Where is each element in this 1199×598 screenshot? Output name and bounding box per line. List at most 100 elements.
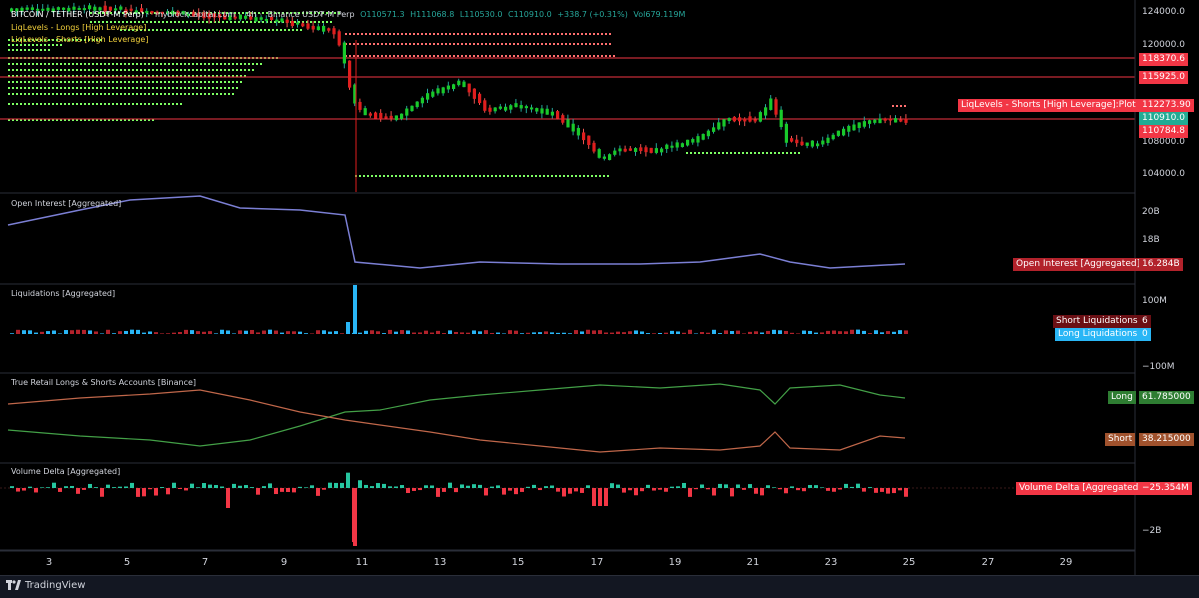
candle-body (592, 142, 596, 152)
liq-long-dot (455, 175, 457, 177)
liq-long-dot (194, 21, 196, 23)
liq-short-dot (497, 33, 499, 35)
vd-axis-label: −2B (1142, 526, 1162, 536)
liq-bar (754, 331, 758, 334)
vd-bar (682, 482, 686, 488)
indicator-shorts-label[interactable]: LiqLevels - Shorts [High Leverage] (11, 35, 148, 44)
candle-body (644, 147, 648, 153)
liq-long-dot (571, 175, 573, 177)
liq-long-dot (238, 21, 240, 23)
liq-long-dot (296, 29, 298, 31)
vd-bar (592, 488, 596, 506)
liq-bar (280, 332, 284, 334)
liq-long-dot (268, 29, 270, 31)
liq-bar (370, 330, 374, 334)
liq-long-dot (20, 49, 22, 51)
liq-long-dot (108, 81, 110, 83)
liq-short-dot (385, 55, 387, 57)
liq-short-dot (481, 43, 483, 45)
vd-bar (718, 483, 722, 488)
candle-body (431, 91, 435, 97)
short-liq-label: Short Liquidations (1053, 315, 1141, 328)
liq-long-dot (212, 29, 214, 31)
vd-pane-title[interactable]: Volume Delta [Aggregated] (11, 467, 120, 476)
liq-long-dot (76, 63, 78, 65)
vd-bar (88, 483, 92, 488)
liq-long-dot (156, 63, 158, 65)
liq-long-dot (52, 63, 54, 65)
indicator-longs-label[interactable]: LiqLevels - Longs [High Leverage] (11, 23, 146, 32)
liq-long-dot (694, 152, 696, 154)
tradingview-logo[interactable]: TradingView (6, 580, 85, 591)
liq-long-dot (738, 152, 740, 154)
liq-long-dot (16, 103, 18, 105)
vd-bar (454, 488, 458, 493)
liq-bar (208, 331, 212, 334)
liq-long-dot (92, 103, 94, 105)
liq-short-dot (425, 33, 427, 35)
vd-spike (353, 488, 357, 546)
liq-bar (736, 330, 740, 334)
vd-bar (604, 488, 608, 506)
liq-long-dot (252, 63, 254, 65)
liq-long-dot (84, 63, 86, 65)
liq-bar (454, 331, 458, 334)
liq-bar (844, 331, 848, 334)
candle-body (400, 113, 404, 119)
liq-long-dot (184, 87, 186, 89)
timeframe-label[interactable]: 4h (246, 10, 256, 19)
symbol-title[interactable]: BITCOIN / TETHER (USD₮-M Perp) (11, 10, 144, 19)
liq-long-dot (451, 175, 453, 177)
ls-pane-title[interactable]: True Retail Longs & Shorts Accounts [Bin… (11, 378, 196, 387)
liq-long-dot (192, 87, 194, 89)
vd-bar (370, 486, 374, 488)
liq-short-dot (577, 43, 579, 45)
price-axis-label: 108000.0 (1142, 137, 1185, 147)
plot8-label: LiqLevels - Shorts [High Leverage]:Plot … (958, 99, 1148, 112)
liq-bar (670, 330, 674, 334)
liq-bar (682, 332, 686, 334)
liq-long-dot (200, 29, 202, 31)
liq-long-dot (24, 81, 26, 83)
liq-long-dot (116, 69, 118, 71)
vd-bar (424, 485, 428, 488)
liq-long-dot (164, 29, 166, 31)
date-label: 13 (433, 557, 447, 568)
liq-long-dot (8, 49, 10, 51)
liq-long-dot (292, 29, 294, 31)
liq-long-dot (232, 69, 234, 71)
vd-bar (748, 484, 752, 488)
candle-body (654, 148, 658, 153)
chart-canvas[interactable] (0, 0, 1199, 597)
liq-long-dot (160, 63, 162, 65)
liq-short-dot (385, 33, 387, 35)
liq-bar (166, 333, 170, 334)
vd-bar (460, 484, 464, 488)
liq-short-dot (605, 55, 607, 57)
liq-long-dot (16, 93, 18, 95)
liq-long-dot (180, 87, 182, 89)
vd-bar (874, 488, 878, 493)
candle-body (358, 101, 362, 110)
liq-long-dot (84, 69, 86, 71)
liq-bar (142, 332, 146, 334)
liq-short-dot (445, 55, 447, 57)
candle-body (587, 135, 591, 145)
liq-long-dot (212, 87, 214, 89)
liq-long-dot (559, 175, 561, 177)
liq-short-dot (561, 43, 563, 45)
liq-long-dot (431, 175, 433, 177)
liq-long-dot (84, 103, 86, 105)
liq-pane-title[interactable]: Liquidations [Aggregated] (11, 289, 115, 298)
liq-short-dot (389, 55, 391, 57)
liq-long-dot (411, 175, 413, 177)
liq-long-dot (204, 29, 206, 31)
oi-pane-title[interactable]: Open Interest [Aggregated] (11, 199, 121, 208)
liq-long-dot (64, 69, 66, 71)
liq-short-dot (900, 105, 902, 107)
candle-body (748, 116, 752, 122)
vd-bar (640, 488, 644, 492)
liq-short-dot (509, 43, 511, 45)
liq-long-dot (722, 152, 724, 154)
liq-long-dot (96, 103, 98, 105)
